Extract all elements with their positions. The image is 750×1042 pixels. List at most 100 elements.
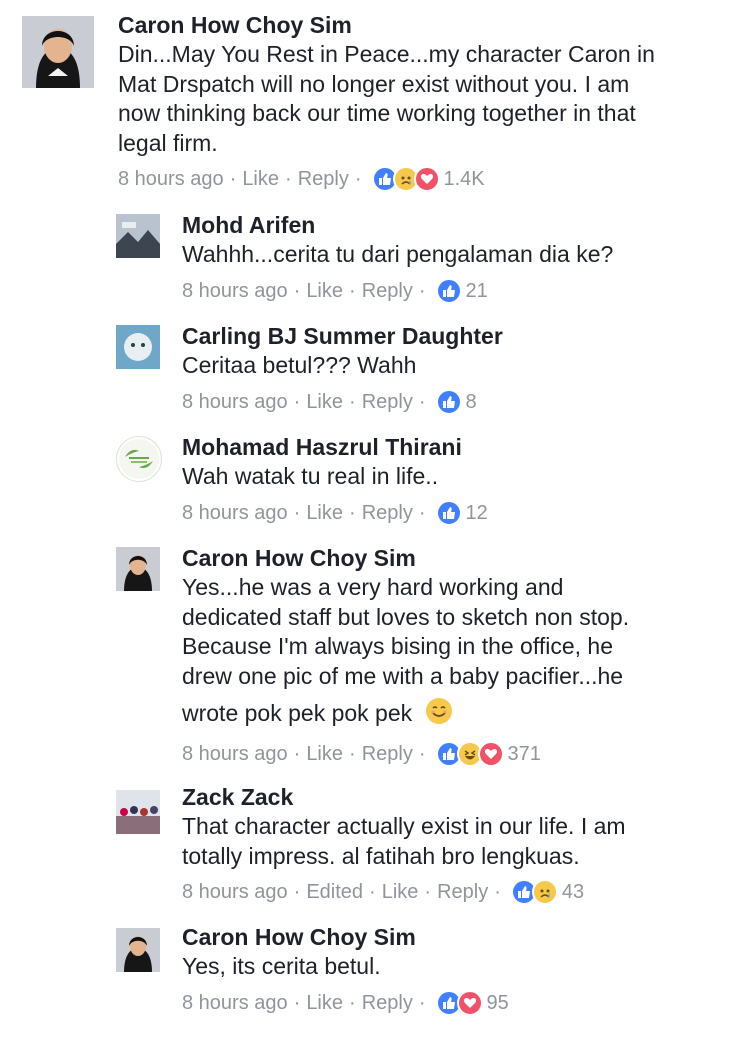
- comment-line: Wah watak tu real in life..: [182, 463, 439, 489]
- reaction-count[interactable]: 43: [562, 879, 584, 905]
- timestamp[interactable]: 8 hours ago: [182, 389, 288, 415]
- like-button[interactable]: Like: [306, 741, 343, 767]
- reactions[interactable]: [371, 166, 440, 192]
- avatar[interactable]: [116, 325, 160, 369]
- reaction-count[interactable]: 8: [466, 389, 477, 415]
- like-icon: [435, 277, 462, 304]
- comment-meta: 8 hours ago · Like · Reply · 371: [182, 740, 732, 767]
- reply-button[interactable]: Reply: [298, 166, 349, 192]
- timestamp[interactable]: 8 hours ago: [182, 278, 288, 304]
- reaction-count[interactable]: 12: [466, 500, 488, 526]
- avatar[interactable]: [116, 214, 160, 258]
- like-button[interactable]: Like: [242, 166, 279, 192]
- timestamp[interactable]: 8 hours ago: [182, 879, 288, 905]
- reactions[interactable]: [435, 388, 462, 415]
- comment-text: Ceritaa betul??? Wahh: [182, 351, 732, 381]
- like-button[interactable]: Like: [306, 500, 343, 526]
- like-button[interactable]: Like: [306, 278, 343, 304]
- separator: ·: [418, 501, 426, 524]
- comment-line: drew one pic of me with a baby pacifier.…: [182, 662, 624, 689]
- reply-button[interactable]: Reply: [362, 278, 413, 304]
- comment-meta: 8 hours ago · Like · Reply · 21: [182, 277, 732, 304]
- avatar[interactable]: [116, 790, 160, 834]
- reply-button[interactable]: Reply: [362, 389, 413, 415]
- separator: ·: [418, 742, 426, 765]
- reaction-count[interactable]: 371: [508, 741, 541, 767]
- person-avatar-icon: [116, 547, 160, 591]
- sad-icon: [531, 879, 558, 905]
- author-name[interactable]: Zack Zack: [182, 782, 732, 812]
- comment-body: Mohamad Haszrul Thirani Wah watak tu rea…: [182, 432, 732, 526]
- like-button[interactable]: Like: [306, 389, 343, 415]
- reactions[interactable]: [435, 740, 504, 767]
- separator: ·: [418, 390, 426, 413]
- author-name[interactable]: Caron How Choy Sim: [182, 543, 732, 573]
- separator: ·: [354, 168, 362, 190]
- timestamp[interactable]: 8 hours ago: [182, 500, 288, 526]
- comment-body: Carling BJ Summer Daughter Ceritaa betul…: [182, 321, 732, 415]
- comment-text: Yes, its cerita betul.: [182, 952, 732, 982]
- comment-line: Ceritaa betul??? Wahh: [182, 352, 417, 378]
- separator: ·: [293, 501, 301, 524]
- separator: ·: [349, 390, 356, 413]
- comment-body: Mohd Arifen Wahhh...cerita tu dari penga…: [182, 210, 732, 304]
- comment-line: dedicated staff but loves to sketch non …: [182, 603, 630, 630]
- comment-text: That character actually exist in our lif…: [182, 812, 732, 871]
- separator: ·: [369, 881, 376, 903]
- separator: ·: [349, 742, 356, 765]
- timestamp[interactable]: 8 hours ago: [182, 990, 288, 1016]
- landscape-avatar-icon: [116, 214, 160, 258]
- reply-button[interactable]: Reply: [437, 879, 488, 905]
- comment-body: Caron How Choy Sim Yes...he was a very h…: [182, 543, 732, 767]
- reaction-count[interactable]: 1.4K: [444, 166, 485, 192]
- reply-button[interactable]: Reply: [362, 500, 413, 526]
- timestamp[interactable]: 8 hours ago: [182, 741, 288, 767]
- avatar[interactable]: [116, 436, 162, 482]
- like-button[interactable]: Like: [382, 879, 419, 905]
- reactions[interactable]: [435, 277, 462, 304]
- author-name[interactable]: Caron How Choy Sim: [182, 922, 732, 952]
- author-name[interactable]: Caron How Choy Sim: [118, 10, 738, 40]
- separator: ·: [349, 279, 356, 302]
- person-avatar-icon: [116, 928, 160, 972]
- love-icon: [456, 989, 483, 1016]
- comment-text: Din...May You Rest in Peace...my charact…: [118, 40, 738, 158]
- separator: ·: [418, 991, 426, 1014]
- comment-line-with-emoji: wrote pok pek pok pek: [182, 697, 732, 733]
- comment-meta: 8 hours ago · Like · Reply · 95: [182, 989, 732, 1016]
- reaction-count[interactable]: 21: [466, 278, 488, 304]
- like-icon: [435, 499, 462, 526]
- comment-text: Wahhh...cerita tu dari pengalaman dia ke…: [182, 240, 732, 270]
- person-avatar-icon: [22, 16, 94, 88]
- avatar[interactable]: [22, 16, 94, 88]
- comment-line: Yes...he was a very hard working and: [182, 574, 564, 600]
- reaction-count[interactable]: 95: [487, 990, 509, 1016]
- comment-text: Wah watak tu real in life..: [182, 462, 732, 492]
- comment-meta: 8 hours ago · Like · Reply · 1.4K: [118, 166, 738, 192]
- comment-body: Caron How Choy Sim Din...May You Rest in…: [118, 10, 738, 192]
- love-icon: [413, 166, 440, 192]
- face-avatar-icon: [116, 325, 160, 369]
- separator: ·: [349, 991, 356, 1014]
- reply-button[interactable]: Reply: [362, 990, 413, 1016]
- smile-emoji-icon: [425, 697, 453, 733]
- avatar[interactable]: [116, 928, 160, 972]
- avatar[interactable]: [116, 547, 160, 591]
- author-name[interactable]: Carling BJ Summer Daughter: [182, 321, 732, 351]
- timestamp[interactable]: 8 hours ago: [118, 166, 224, 192]
- author-name[interactable]: Mohamad Haszrul Thirani: [182, 432, 732, 462]
- reactions[interactable]: [435, 989, 483, 1016]
- comment-line: now thinking back our time working toget…: [118, 100, 636, 126]
- comment-line: legal firm.: [118, 129, 218, 156]
- comment-line: Because I'm always bising in the office,…: [182, 633, 613, 659]
- reply-button[interactable]: Reply: [362, 741, 413, 767]
- author-name[interactable]: Mohd Arifen: [182, 210, 732, 240]
- reactions[interactable]: [510, 879, 558, 905]
- separator: ·: [424, 881, 432, 903]
- reactions[interactable]: [435, 499, 462, 526]
- leaf-logo-icon: [119, 439, 159, 479]
- love-icon: [477, 740, 504, 767]
- edited-label[interactable]: Edited: [306, 879, 363, 905]
- comment-meta: 8 hours ago · Like · Reply · 12: [182, 499, 732, 526]
- like-button[interactable]: Like: [306, 990, 343, 1016]
